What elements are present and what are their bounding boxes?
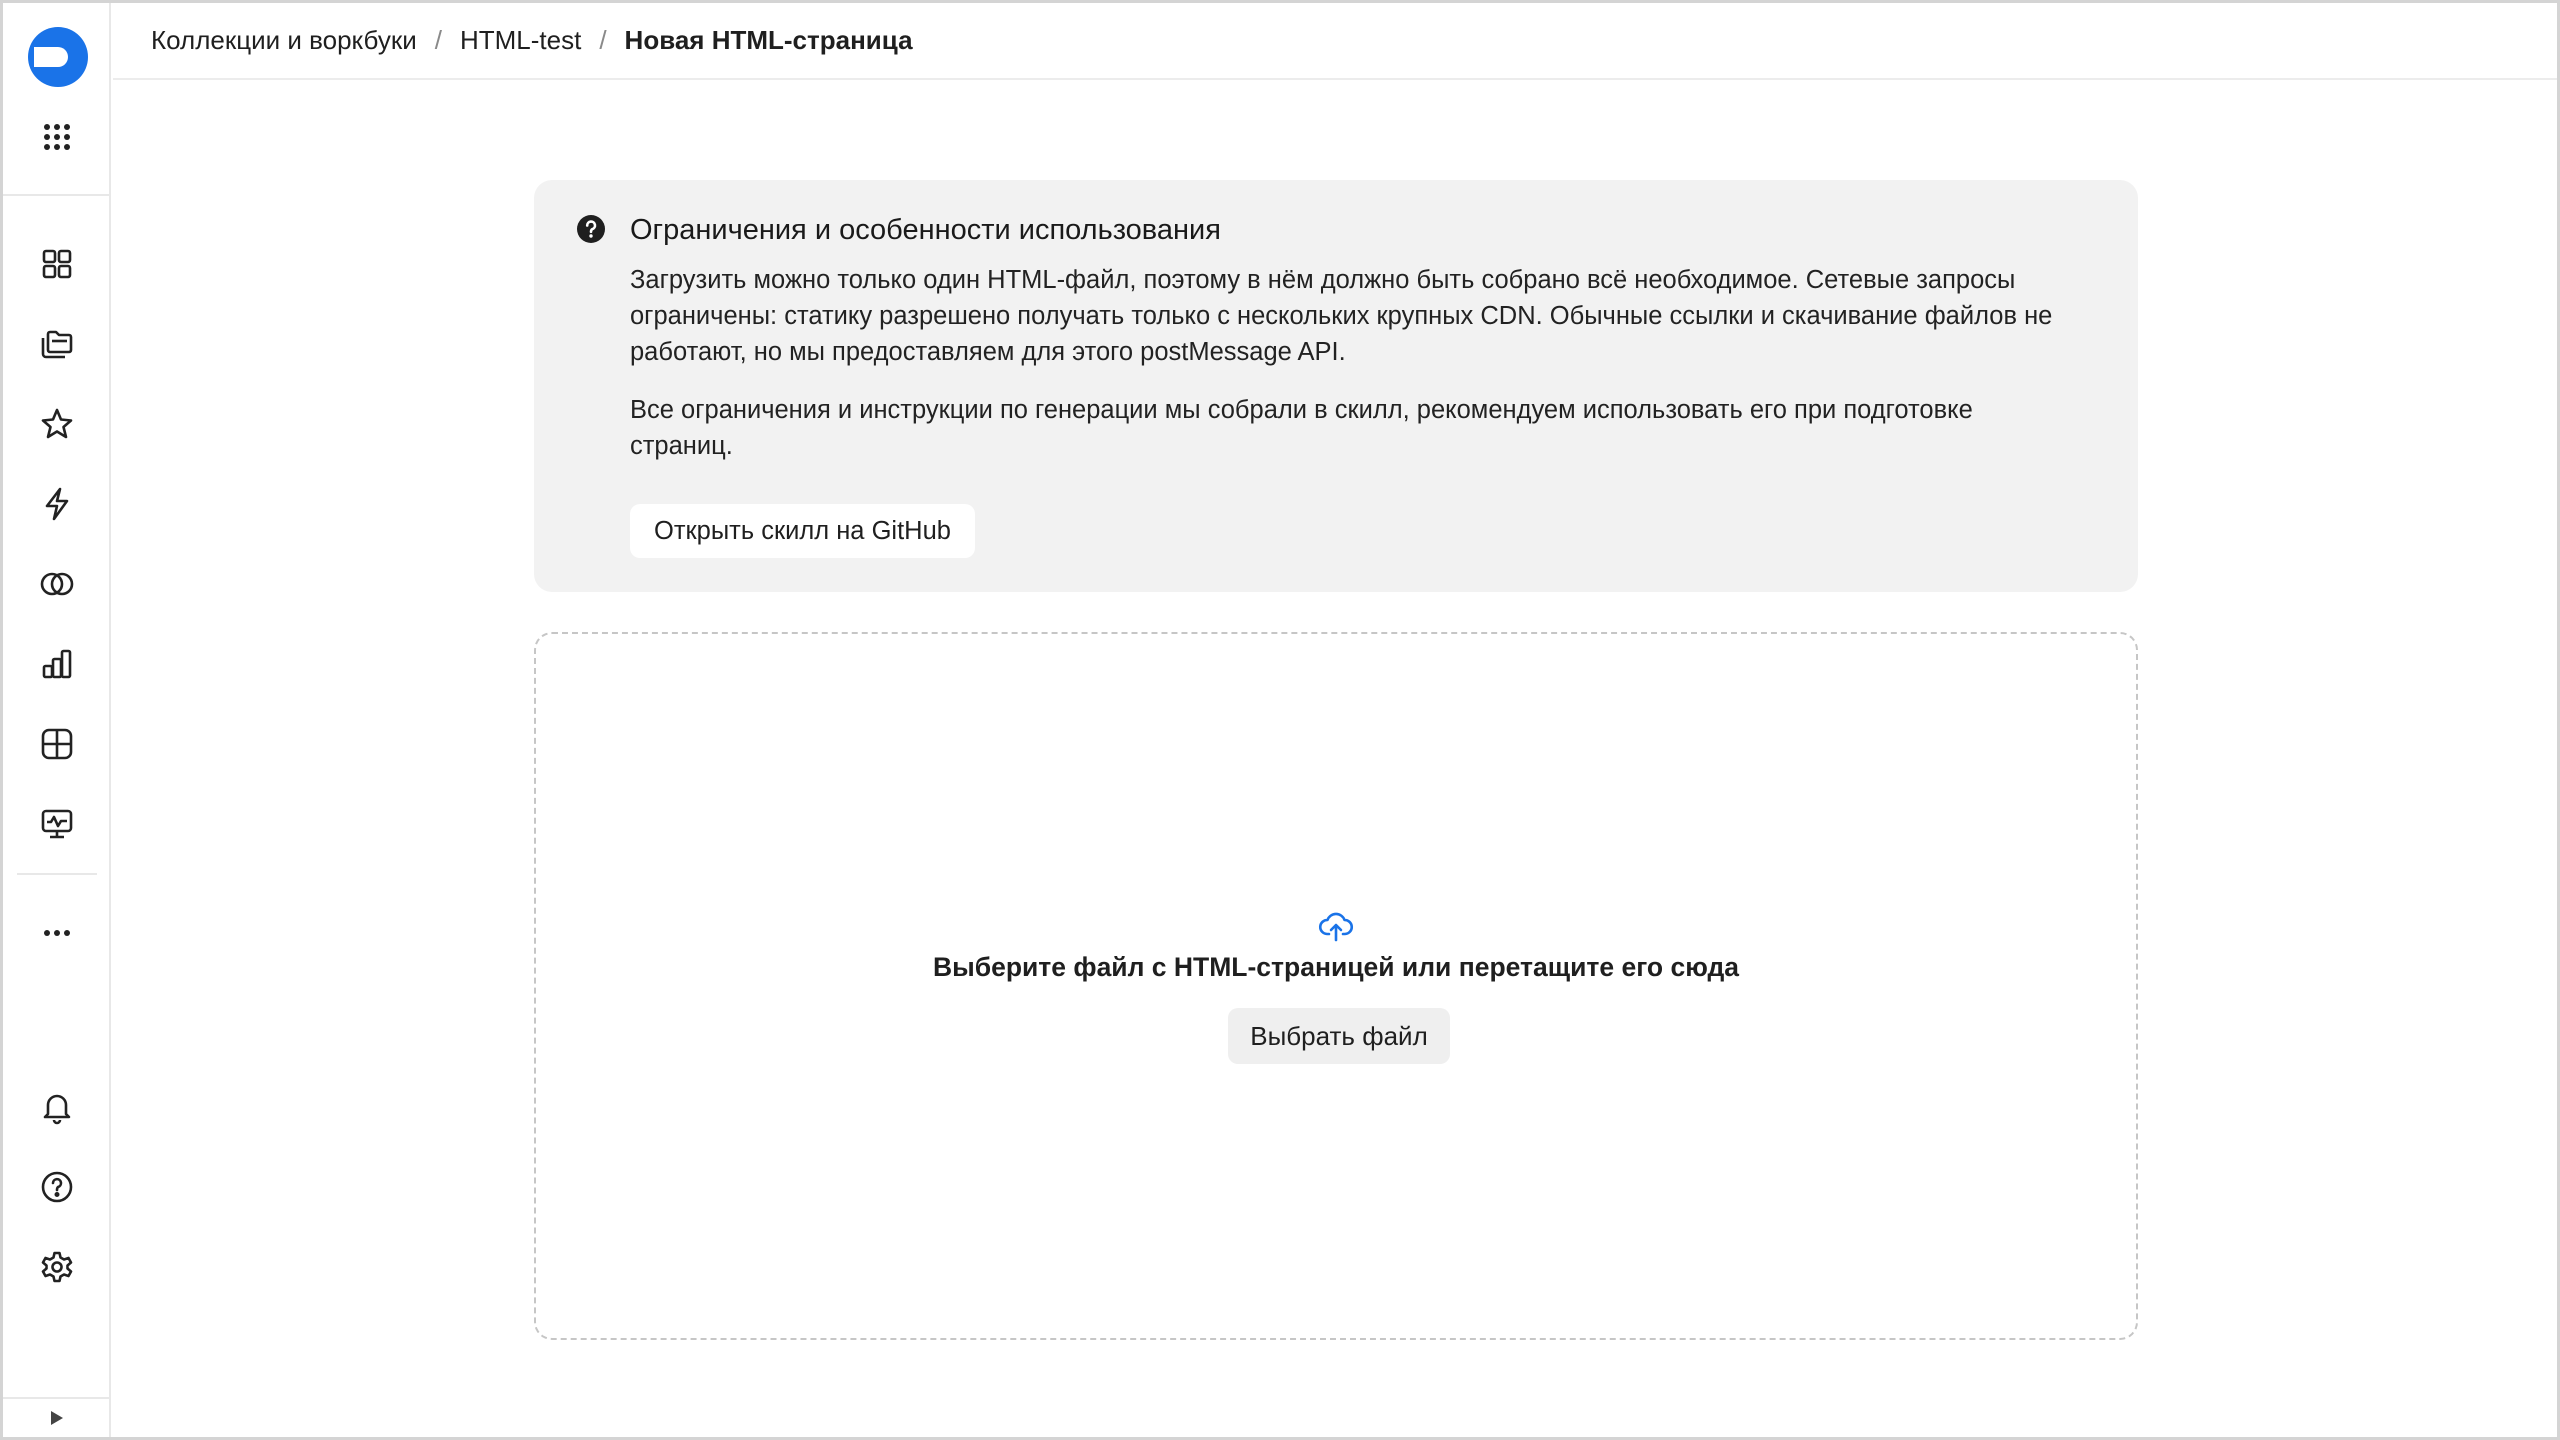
monitor-icon[interactable] xyxy=(35,802,79,846)
info-title: Ограничения и особенности использования xyxy=(630,214,1221,246)
breadcrumb: Коллекции и воркбуки / HTML-test / Новая… xyxy=(113,3,2557,80)
connections-icon[interactable] xyxy=(35,562,79,606)
cloud-upload-icon xyxy=(1318,912,1354,942)
dashboard-grid-icon[interactable] xyxy=(35,242,79,286)
datasets-icon[interactable] xyxy=(35,722,79,766)
expand-arrow-icon xyxy=(51,1411,63,1425)
lightning-icon[interactable] xyxy=(35,482,79,526)
question-circle-icon xyxy=(577,215,605,243)
breadcrumb-item-workbook[interactable]: HTML-test xyxy=(460,25,581,56)
app-logo[interactable] xyxy=(26,25,90,89)
help-icon[interactable] xyxy=(35,1165,79,1209)
breadcrumb-separator: / xyxy=(434,25,442,55)
info-paragraph: Все ограничения и инструкции по генераци… xyxy=(630,396,1973,460)
collections-icon[interactable] xyxy=(35,322,79,366)
gear-icon[interactable] xyxy=(35,1245,79,1289)
charts-icon[interactable] xyxy=(35,642,79,686)
star-icon[interactable] xyxy=(35,402,79,446)
breadcrumb-item-collections[interactable]: Коллекции и воркбуки xyxy=(151,25,417,56)
info-paragraph: Загрузить можно только один HTML-файл, п… xyxy=(630,266,2053,366)
breadcrumb-separator: / xyxy=(599,25,607,55)
apps-grid-icon[interactable] xyxy=(35,115,79,159)
more-icon[interactable] xyxy=(35,911,79,955)
file-dropzone[interactable]: Выберите файл с HTML-страницей или перет… xyxy=(534,632,2138,1340)
page-title: Новая HTML-страница xyxy=(624,25,913,55)
usage-limitations-panel: Ограничения и особенности использования … xyxy=(534,180,2138,592)
sidebar-divider xyxy=(17,873,97,875)
open-skill-github-button[interactable]: Открыть скилл на GitHub xyxy=(630,504,975,558)
sidebar-divider xyxy=(3,194,111,196)
choose-file-button[interactable]: Выбрать файл xyxy=(1228,1008,1450,1064)
sidebar xyxy=(3,3,111,1437)
bell-icon[interactable] xyxy=(35,1085,79,1129)
sidebar-collapse-button[interactable] xyxy=(3,1397,111,1437)
dropzone-text: Выберите файл с HTML-страницей или перет… xyxy=(932,952,1740,982)
